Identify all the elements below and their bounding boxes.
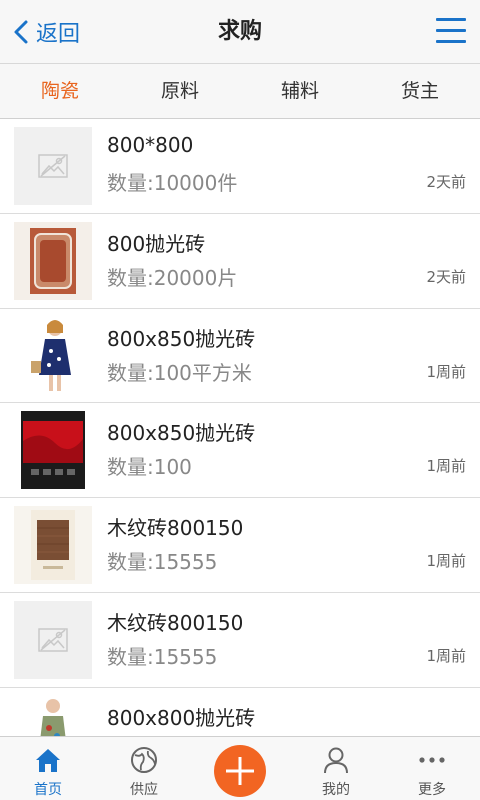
menu-icon[interactable] bbox=[436, 18, 466, 46]
globe-icon bbox=[131, 747, 157, 773]
item-time: 1周前 bbox=[426, 646, 466, 665]
tab-raw-materials[interactable]: 原料 bbox=[120, 64, 240, 118]
item-time: 2天前 bbox=[426, 267, 466, 286]
tab-more-label: 更多 bbox=[418, 782, 446, 798]
more-dots-icon bbox=[419, 757, 445, 763]
item-quantity: 数量:20000片 bbox=[107, 265, 238, 290]
tab-supply[interactable]: 供应 bbox=[96, 737, 192, 800]
item-quantity: 数量:100平方米 bbox=[107, 360, 252, 385]
item-name: 木纹砖800150 bbox=[107, 610, 244, 635]
item-time: 1周前 bbox=[426, 362, 466, 381]
item-time: 1周前 bbox=[426, 457, 466, 476]
item-time: 2天前 bbox=[426, 173, 466, 191]
fashion-photo bbox=[14, 316, 92, 395]
list-item[interactable]: 800x850抛光砖 数量:100平方米 1周前 bbox=[0, 308, 480, 404]
tab-mine[interactable]: 我的 bbox=[288, 737, 384, 800]
tab-publish[interactable] bbox=[192, 737, 288, 800]
item-quantity: 数量:15555 bbox=[107, 550, 218, 575]
back-label: 返回 bbox=[36, 22, 81, 47]
back-button[interactable]: 返回 bbox=[12, 14, 80, 50]
item-quantity: 数量:100 bbox=[107, 455, 192, 480]
item-name: 800*800 bbox=[107, 133, 194, 157]
wood-tile-photo bbox=[14, 506, 92, 585]
tab-mine-label: 我的 bbox=[322, 782, 350, 798]
top-bar: 返回 求购 bbox=[0, 0, 480, 64]
item-quantity: 数量:15555 bbox=[107, 644, 218, 669]
category-tabs: 陶瓷 原料 辅料 货主 bbox=[0, 64, 480, 119]
item-time: 1周前 bbox=[426, 552, 466, 571]
tab-supply-label: 供应 bbox=[130, 782, 158, 798]
tab-home[interactable]: 首页 bbox=[0, 737, 96, 800]
item-name: 800x850抛光砖 bbox=[107, 326, 256, 351]
item-name: 800x850抛光砖 bbox=[107, 421, 256, 446]
tab-ceramics[interactable]: 陶瓷 bbox=[0, 64, 120, 118]
list-item[interactable]: 800抛光砖 数量:20000片 2天前 bbox=[0, 213, 480, 309]
item-name: 800x800抛光砖 bbox=[107, 705, 256, 730]
user-icon bbox=[324, 747, 348, 774]
list-item[interactable]: 800*800 数量:10000件 2天前 bbox=[0, 119, 480, 214]
add-icon bbox=[214, 745, 266, 797]
placeholder-image-icon bbox=[14, 600, 92, 679]
tab-home-label: 首页 bbox=[34, 782, 62, 798]
fashion-photo bbox=[14, 695, 92, 736]
bottom-tab-bar: 首页 供应 我的 更多 bbox=[0, 736, 480, 800]
list-item[interactable]: 800x800抛光砖 bbox=[0, 687, 480, 736]
tab-owner[interactable]: 货主 bbox=[360, 64, 480, 118]
item-name: 800抛光砖 bbox=[107, 231, 206, 256]
tab-auxiliary[interactable]: 辅料 bbox=[240, 64, 360, 118]
red-fabric-photo bbox=[14, 411, 92, 490]
item-name: 木纹砖800150 bbox=[107, 516, 244, 541]
purchase-list: 800*800 数量:10000件 2天前 800抛光砖 数量:20000片 2… bbox=[0, 119, 480, 736]
list-item[interactable]: 木纹砖800150 数量:15555 1周前 bbox=[0, 498, 480, 593]
placeholder-image-icon bbox=[14, 127, 92, 205]
home-icon bbox=[36, 749, 60, 772]
list-item[interactable]: 木纹砖800150 数量:15555 1周前 bbox=[0, 592, 480, 688]
tab-more[interactable]: 更多 bbox=[384, 737, 480, 800]
item-quantity: 数量:10000件 bbox=[107, 171, 238, 195]
tile-photo bbox=[14, 221, 92, 300]
list-item[interactable]: 800x850抛光砖 数量:100 1周前 bbox=[0, 403, 480, 499]
chevron-left-icon bbox=[14, 20, 28, 44]
